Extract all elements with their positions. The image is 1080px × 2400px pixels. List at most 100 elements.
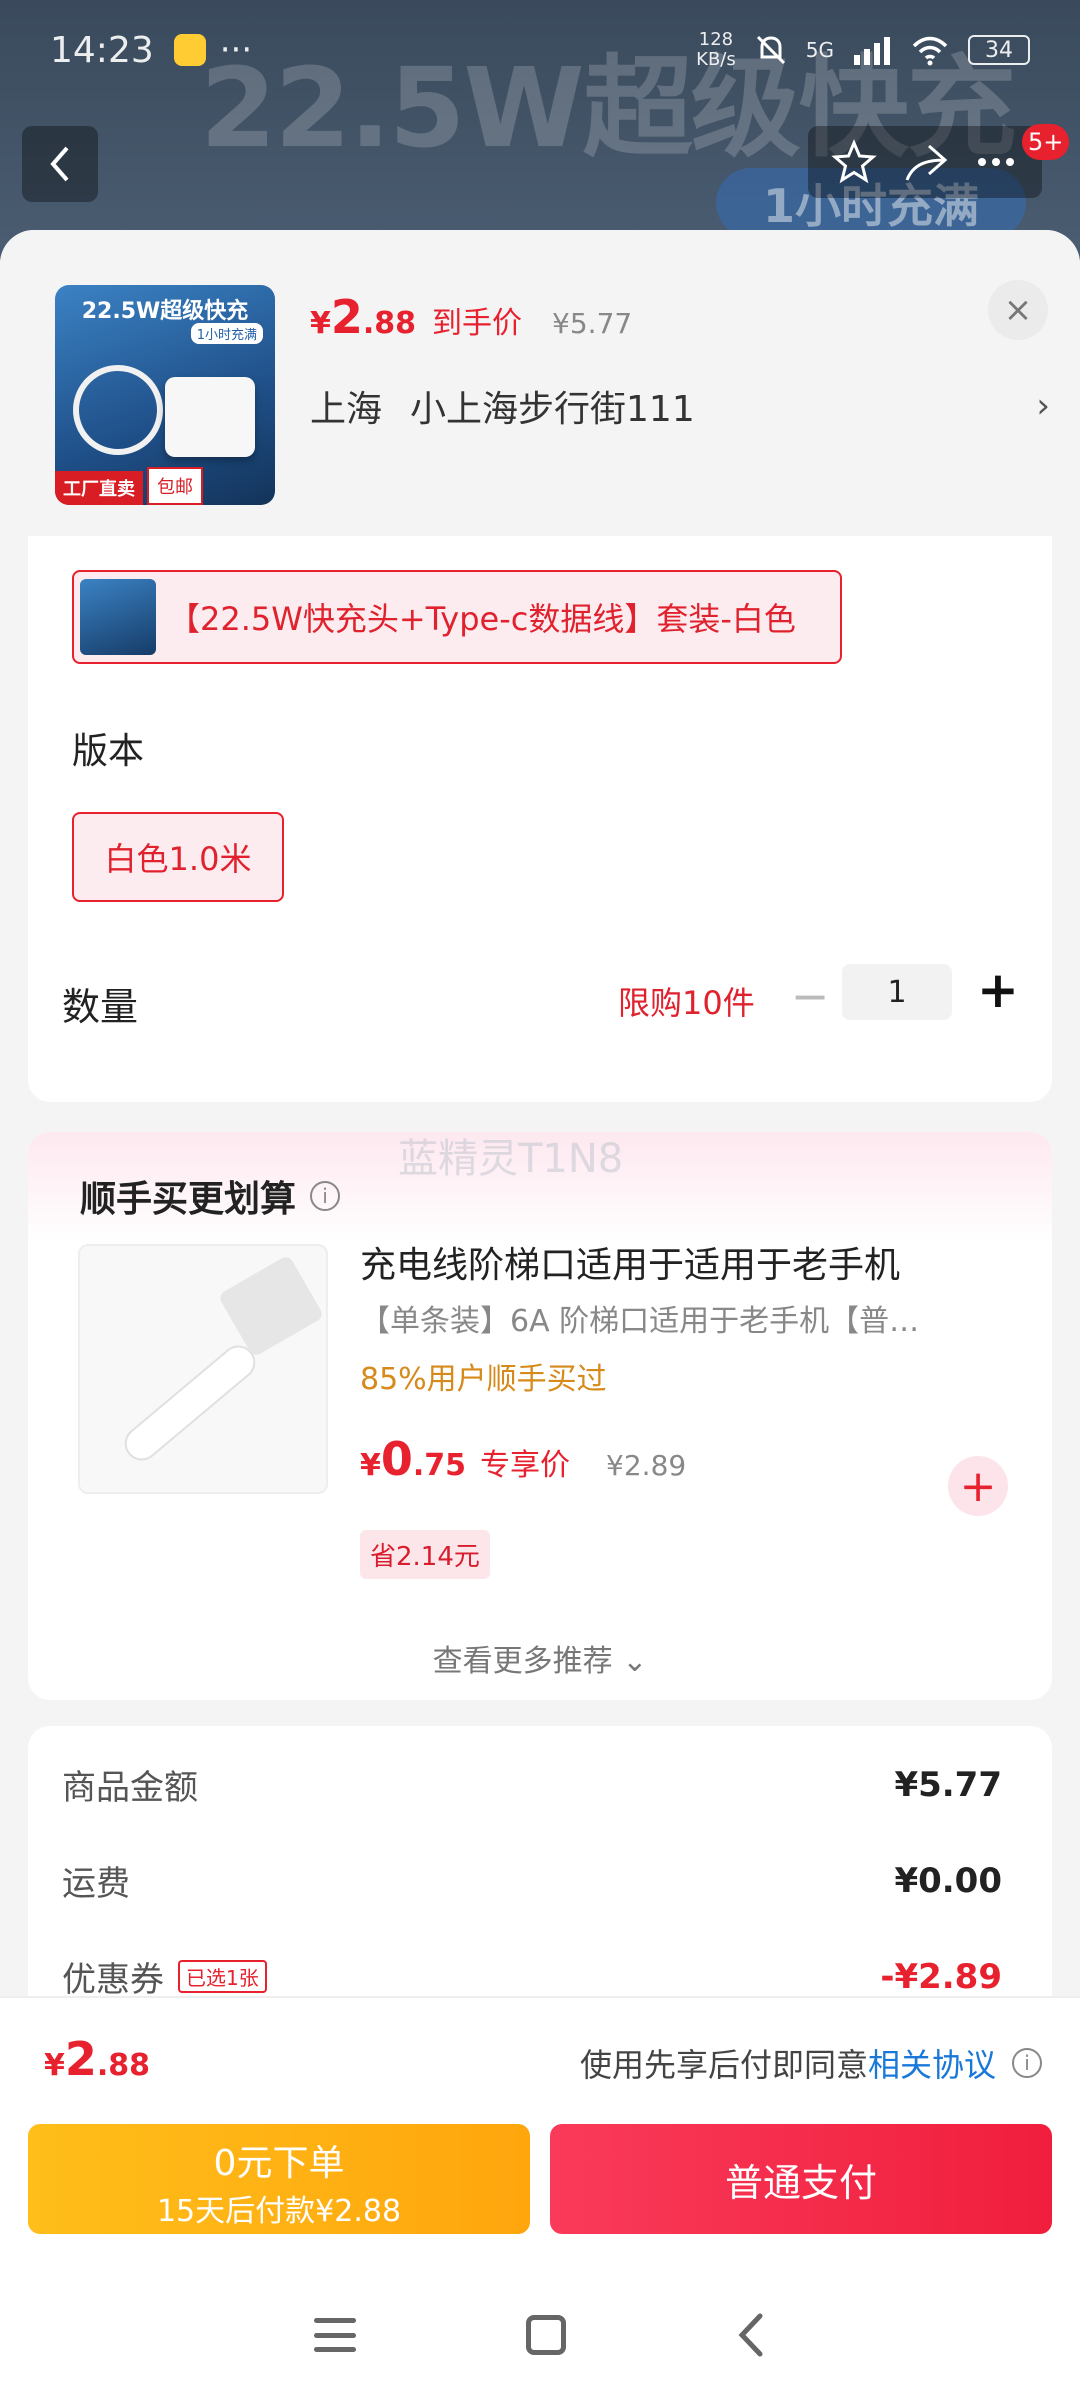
add-recommendation-button[interactable]: + [948,1456,1008,1516]
zero-down-sub-label: 15天后付款¥2.88 [156,2194,402,2229]
shipping-label: 运费 [62,1864,130,1904]
quantity-increment-button[interactable]: + [968,960,1028,1020]
thumb-subtitle: 1小时充满 [190,323,263,344]
battery-icon: 34 [968,35,1030,65]
status-bar: 14:23 ··· 128 KB/s 5G 34 [0,0,1080,100]
price-decimal: .88 [362,306,417,341]
recommendation-buyers: 85%用户顺手买过 [360,1362,607,1397]
quantity-decrement-button[interactable]: − [780,966,840,1026]
spec-card: 【22.5W快充头+Type-c数据线】套装-白色 版本 白色1.0米 数量 限… [28,536,1052,1102]
agreement-text: 使用先享后付即同意 [579,2046,868,2084]
address-selector[interactable]: 上海 小上海步行街111 › [310,380,1050,432]
coupon-tag: 已选1张 [178,1960,267,1993]
sku-label: 【22.5W快充头+Type-c数据线】套装-白色 [168,600,796,638]
top-actions [808,126,1042,198]
status-time: 14:23 [50,29,154,71]
price-integer: 2 [330,290,363,344]
coupon-label: 优惠券 [62,1960,164,2000]
home-icon[interactable] [526,2315,566,2355]
rec-price-label: 专享价 [480,1448,571,1483]
sku-bottom-sheet: 22.5W超级快充 1小时充满 工厂直卖 包邮 ¥ 2 .88 到手价 ¥5.7… [0,230,1080,2400]
address-city: 上海 [310,389,383,430]
original-price: ¥5.77 [552,307,633,340]
price-currency: ¥ [310,306,331,341]
quantity-input[interactable]: 1 [842,964,952,1020]
summary-shipping-row: 运费 ¥0.00 [62,1856,1002,1905]
info-icon[interactable]: i [1012,2048,1042,2078]
more-icon[interactable] [972,138,1020,186]
goods-amount-label: 商品金额 [62,1768,198,1808]
share-icon[interactable] [901,138,949,186]
see-more-recommendations[interactable]: 查看更多推荐 ⌄ [28,1636,1052,1680]
signal-icon [854,37,890,65]
thumb-tag-factory: 工厂直卖 [55,471,143,505]
network-type: 5G [805,38,834,62]
normal-pay-button[interactable]: 普通支付 [550,2124,1052,2234]
mute-icon [756,35,785,65]
recommendation-image[interactable] [78,1244,328,1494]
rec-price-currency: ¥ [360,1448,381,1483]
thumb-charger [165,377,255,457]
close-button[interactable]: × [988,280,1048,340]
agreement-notice: 使用先享后付即同意 相关协议 i [580,2040,1042,2086]
savings-badge: 省2.14元 [360,1530,490,1579]
zero-down-main-label: 0元下单 [213,2143,345,2184]
total-decimal: .88 [96,2048,151,2083]
net-speed: 128 KB/s [696,30,736,70]
plus-icon: + [959,1460,997,1512]
product-thumbnail[interactable]: 22.5W超级快充 1小时充满 工厂直卖 包邮 [55,285,275,505]
recommendation-name[interactable]: 充电线阶梯口适用于适用于老手机 [360,1236,900,1288]
recommendation-price: ¥ 0 .75 专享价 ¥2.89 [360,1432,686,1486]
version-option-selected[interactable]: 白色1.0米 [72,812,284,902]
recommendation-title-text: 顺手买更划算 [80,1179,297,1220]
rec-price-integer: 0 [380,1432,413,1486]
chevron-right-icon: › [1036,386,1050,426]
thumb-tag-shipping: 包邮 [147,467,203,505]
net-speed-unit: KB/s [696,49,736,70]
rec-price-decimal: .75 [412,1448,467,1483]
app-notification-icon [173,34,206,66]
sku-thumbnail [80,579,156,655]
info-icon[interactable]: i [310,1181,341,1211]
star-icon[interactable] [830,138,878,186]
wifi-icon [912,36,948,66]
cable-body [117,1338,263,1468]
order-summary: 商品金额 ¥5.77 运费 ¥0.00 优惠券 已选1张 -¥2.89 [28,1726,1052,2026]
cable-connector [217,1254,325,1358]
address-detail: 小上海步行街111 [410,389,695,430]
quantity-limit: 限购10件 [618,984,755,1022]
recommendation-description: 【单条装】6A 阶梯口适用于老手机【普… [360,1304,920,1339]
summary-coupon-row[interactable]: 优惠券 已选1张 -¥2.89 [62,1952,1002,2001]
final-price: ¥ 2 .88 到手价 ¥5.77 [310,290,632,344]
sheet-header: 22.5W超级快充 1小时充满 工厂直卖 包邮 ¥ 2 .88 到手价 ¥5.7… [0,230,1080,536]
total-currency: ¥ [44,2048,65,2083]
chevron-left-icon [50,146,69,182]
back-icon[interactable] [736,2312,766,2358]
thumb-title: 22.5W超级快充 [81,299,249,324]
close-icon: × [1003,290,1033,330]
system-nav-bar [0,2270,1080,2400]
shipping-value: ¥0.00 [894,1860,1002,1901]
thumb-cable [73,365,163,455]
price-label: 到手价 [432,306,523,341]
footer-divider [0,1996,1080,1998]
goods-amount-value: ¥5.77 [894,1764,1002,1805]
agreement-link[interactable]: 相关协议 [868,2040,996,2086]
status-more-dots: ··· [219,30,253,70]
total-integer: 2 [64,2032,97,2086]
coupon-label-group: 优惠券 已选1张 [62,1952,267,2001]
zero-down-order-button[interactable]: 0元下单 15天后付款¥2.88 [28,2124,530,2234]
recommendation-title: 顺手买更划算 i [80,1170,341,1222]
back-button[interactable] [22,126,98,202]
recommendation-card: 蓝精灵T1N8 顺手买更划算 i 充电线阶梯口适用于适用于老手机 【单条装】6A… [28,1132,1052,1700]
watermark: 蓝精灵T1N8 [398,1136,624,1182]
version-title: 版本 [72,731,145,772]
menu-icon[interactable] [314,2318,356,2352]
net-speed-value: 128 [698,29,734,50]
summary-goods-row: 商品金额 ¥5.77 [62,1760,1002,1809]
status-indicators: 128 KB/s 5G 34 [696,30,1030,70]
quantity-title: 数量 [62,985,139,1029]
notification-badge: 5+ [1022,124,1070,160]
coupon-value: -¥2.89 [880,1956,1002,1997]
sku-option-selected[interactable]: 【22.5W快充头+Type-c数据线】套装-白色 [72,570,842,664]
